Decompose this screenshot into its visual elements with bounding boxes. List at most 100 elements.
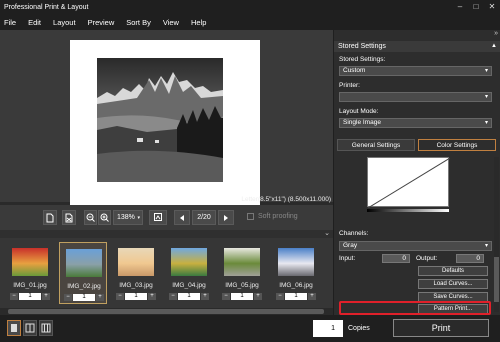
print-preview-area: Letter(8.5"x11") (8.500x11.000)	[0, 30, 333, 220]
copies-value: 1	[331, 325, 335, 332]
thumbnail-strip: IMG_01.jpg −1 + IMG_02.jpg −1 + IMG_03.jpg −1 + I…	[0, 238, 333, 308]
menu-file[interactable]: File	[4, 18, 16, 27]
previous-page-button[interactable]	[174, 210, 190, 225]
close-button[interactable]: ✕	[484, 0, 500, 14]
thumbnail-image[interactable]	[66, 249, 102, 277]
decrement-button[interactable]: −	[10, 292, 18, 300]
zoom-in-button[interactable]	[98, 210, 111, 225]
thumbnail-item[interactable]: IMG_03.jpg −1 +	[112, 242, 160, 304]
page-setup-button[interactable]	[43, 210, 57, 225]
decrement-button[interactable]: −	[116, 292, 124, 300]
window-controls: – □ ✕	[452, 0, 500, 14]
thumbnail-count[interactable]: 1	[73, 293, 95, 301]
view-single-button[interactable]	[7, 320, 21, 336]
menu-layout[interactable]: Layout	[53, 18, 76, 27]
thumbnail-image[interactable]	[224, 248, 260, 276]
channels-label: Channels:	[339, 230, 369, 237]
menu-preview[interactable]: Preview	[88, 18, 115, 27]
pattern-print-highlight	[339, 301, 491, 315]
menu-sort-by[interactable]: Sort By	[126, 18, 151, 27]
thumbnail-count[interactable]: 1	[19, 292, 41, 300]
chevron-up-icon[interactable]: ▲	[491, 41, 497, 52]
thumbnail-filename: IMG_06.jpg	[279, 282, 313, 289]
thumbnail-item[interactable]: IMG_01.jpg −1 +	[6, 242, 54, 304]
thumbnail-item[interactable]: IMG_04.jpg −1 +	[165, 242, 213, 304]
tab-general-settings[interactable]: General Settings	[337, 139, 415, 151]
menu-help[interactable]: Help	[191, 18, 206, 27]
tab-color-settings[interactable]: Color Settings	[418, 139, 496, 151]
thumbnail-image[interactable]	[118, 248, 154, 276]
thumbnail-item[interactable]: IMG_02.jpg −1 +	[59, 242, 107, 304]
settings-panel: » Stored Settings ▲ Stored Settings: Cus…	[333, 30, 500, 315]
tone-curve-graph[interactable]	[367, 157, 451, 209]
stored-settings-header[interactable]: Stored Settings ▲	[334, 41, 500, 52]
maximize-button[interactable]: □	[468, 0, 484, 14]
thumbnail-count-stepper: −1 +	[116, 292, 156, 300]
zoom-select[interactable]: 138% ▾	[113, 210, 143, 225]
stored-settings-select[interactable]: Custom ▾	[339, 66, 492, 76]
scrollbar-thumb[interactable]	[494, 257, 499, 302]
panel-header: »	[334, 30, 500, 41]
layout-options-button[interactable]	[149, 210, 167, 225]
curve-line	[367, 157, 451, 209]
copies-input[interactable]: 1	[313, 320, 343, 337]
menu-edit[interactable]: Edit	[28, 18, 41, 27]
soft-proofing-toggle[interactable]: Soft proofing	[247, 213, 298, 220]
thumbnail-item[interactable]: IMG_06.jpg −1 +	[272, 242, 320, 304]
output-label: Output:	[416, 255, 438, 262]
minimize-button[interactable]: –	[452, 0, 468, 14]
single-view-icon	[11, 324, 17, 332]
printer-select[interactable]: ▾	[339, 92, 492, 102]
increment-button[interactable]: +	[96, 293, 104, 301]
print-button[interactable]: Print	[393, 319, 489, 337]
output-value-field[interactable]: 0	[456, 254, 484, 263]
view-split-button[interactable]	[23, 320, 37, 336]
thumbnail-count[interactable]: 1	[178, 292, 200, 300]
channels-select[interactable]: Gray ▾	[339, 241, 492, 251]
thumbnail-item[interactable]: IMG_05.jpg −1 +	[218, 242, 266, 304]
decrement-button[interactable]: −	[169, 292, 177, 300]
zoom-value: 138%	[117, 214, 135, 221]
layout-mode-select[interactable]: Single Image ▾	[339, 118, 492, 128]
increment-button[interactable]: +	[201, 292, 209, 300]
app-title: Professional Print & Layout	[4, 3, 89, 11]
thumbnail-scrollbar[interactable]	[0, 308, 333, 315]
arrow-right-icon	[224, 214, 228, 221]
collapse-panel-icon[interactable]: »	[494, 30, 498, 41]
double-chevron-down-icon[interactable]: ⌄	[324, 229, 330, 237]
decrement-button[interactable]: −	[276, 292, 284, 300]
thumbnail-count[interactable]: 1	[231, 292, 253, 300]
layout-mode-value: Single Image	[343, 119, 381, 126]
defaults-button[interactable]: Defaults	[418, 266, 488, 276]
preview-photo[interactable]	[97, 58, 223, 182]
thumbnail-image[interactable]	[12, 248, 48, 276]
increment-button[interactable]: +	[148, 292, 156, 300]
page-remove-icon	[65, 213, 73, 222]
preview-toolbar: 138% ▾ 2/20 Soft proofing	[0, 205, 333, 230]
copies-label: Copies	[348, 325, 370, 332]
thumbnail-count[interactable]: 1	[285, 292, 307, 300]
zoom-out-icon	[86, 213, 95, 222]
view-grid-button[interactable]	[39, 320, 53, 336]
zoom-out-button[interactable]	[84, 210, 97, 225]
input-value-field[interactable]: 0	[382, 254, 410, 263]
thumbnail-image[interactable]	[171, 248, 207, 276]
thumbnail-count[interactable]: 1	[125, 292, 147, 300]
scrollbar-thumb[interactable]	[8, 309, 324, 314]
zoom-in-icon	[100, 213, 109, 222]
increment-button[interactable]: +	[254, 292, 262, 300]
arrow-left-icon	[180, 214, 184, 221]
increment-button[interactable]: +	[42, 292, 50, 300]
decrement-button[interactable]: −	[64, 293, 72, 301]
thumbnail-image[interactable]	[278, 248, 314, 276]
panel-scrollbar[interactable]	[494, 157, 499, 312]
soft-proofing-checkbox[interactable]	[247, 213, 254, 220]
thumbnail-split-bar[interactable]: ⌄	[0, 230, 333, 238]
remove-page-button[interactable]	[62, 210, 76, 225]
menu-view[interactable]: View	[163, 18, 179, 27]
increment-button[interactable]: +	[308, 292, 316, 300]
title-bar: Professional Print & Layout – □ ✕	[0, 0, 500, 14]
decrement-button[interactable]: −	[222, 292, 230, 300]
next-page-button[interactable]	[218, 210, 234, 225]
load-curves-button[interactable]: Load Curves...	[418, 279, 488, 289]
